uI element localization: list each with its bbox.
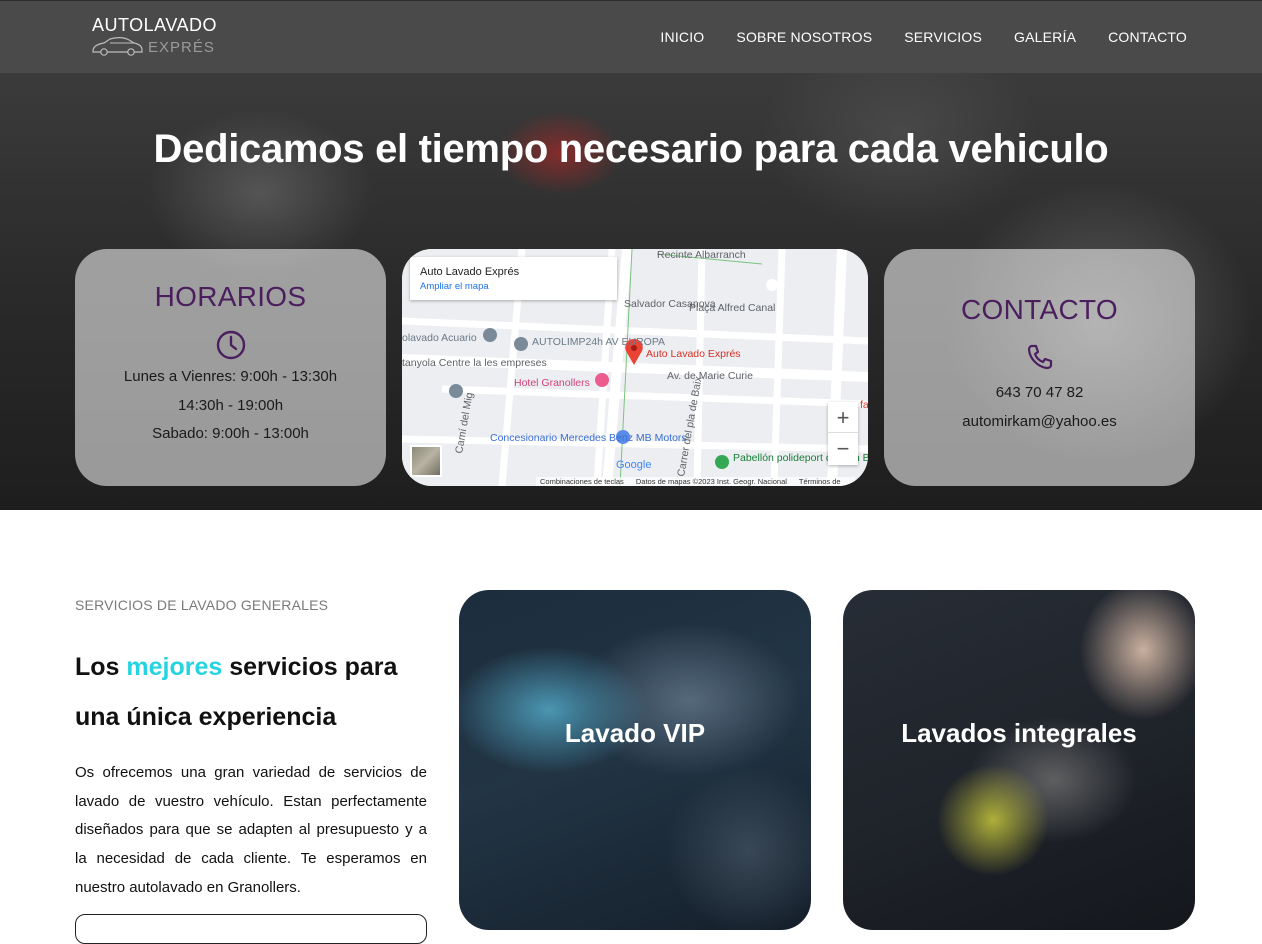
section-label: SERVICIOS DE LAVADO GENERALES xyxy=(75,597,329,613)
map-footer: Combinaciones de teclas Datos de mapas ©… xyxy=(536,477,855,486)
contacto-heading: CONTACTO xyxy=(961,294,1118,325)
horarios-heading: HORARIOS xyxy=(154,281,307,312)
horarios-line-2: 14:30h - 19:00h xyxy=(177,396,284,414)
clock-icon xyxy=(75,329,386,361)
nav-link-contacto[interactable]: CONTACTO xyxy=(1108,29,1187,45)
map-zoom-controls: + − xyxy=(828,402,858,465)
map-enlarge-link[interactable]: Ampliar el mapa xyxy=(420,281,489,292)
horarios-card: HORARIOS Lunes a Vienres: 9:00h - 13:30h… xyxy=(75,249,386,486)
site-logo[interactable]: AUTOLAVADO EXPRÉS xyxy=(90,13,218,63)
service-card-title: Lavado VIP xyxy=(564,718,706,748)
google-map[interactable]: Recinte Albarranch Salvador Casanova Pla… xyxy=(402,249,868,486)
map-place-name: Auto Lavado Exprés xyxy=(420,266,520,278)
map-label-autolimp: AUTOLIMP24h AV EUROPA xyxy=(532,336,665,348)
map-label-albarranch: Recinte Albarranch xyxy=(657,249,746,261)
horarios-line-3: Sabado: 9:00h - 13:00h xyxy=(152,425,309,442)
section-title: Los mejores servicios para una única exp… xyxy=(75,642,435,742)
nav-menu: INICIO SOBRE NOSOTROS SERVICIOS GALERÍA … xyxy=(660,29,1187,45)
service-card-lavado-vip[interactable]: Lavado VIP xyxy=(459,590,811,930)
map-label-acuario: olavado Acuario xyxy=(402,332,477,344)
map-label-centre: tanyola Centre la les empreses xyxy=(402,357,547,369)
nav-link-sobre-nosotros[interactable]: SOBRE NOSOTROS xyxy=(736,29,872,45)
car-logo-icon xyxy=(92,37,143,56)
map-google-logo: Google xyxy=(616,459,651,471)
zoom-out-button[interactable]: − xyxy=(828,433,858,464)
satellite-toggle[interactable] xyxy=(410,445,442,477)
zoom-in-button[interactable]: + xyxy=(828,402,858,433)
logo-text-bottom: EXPRÉS xyxy=(148,39,215,56)
service-card-lavados-integrales[interactable]: Lavados integrales xyxy=(843,590,1195,930)
map-shortcuts-link[interactable]: Combinaciones de teclas xyxy=(540,477,624,486)
nav-link-inicio[interactable]: INICIO xyxy=(660,29,704,45)
contacto-card: CONTACTO 643 70 47 82 automirkam@yahoo.e… xyxy=(884,249,1195,486)
section-title-pre: Los xyxy=(75,653,127,681)
map-label-marie-curie: Av. de Marie Curie xyxy=(667,370,753,382)
section-title-highlight: mejores xyxy=(126,653,223,681)
map-terms-link[interactable]: Términos de xyxy=(799,477,841,486)
map-label-mercedes: Concesionario Mercedes Benz MB Motors xyxy=(490,432,687,444)
hero-title: Dedicamos el tiempo necesario para cada … xyxy=(153,127,1109,171)
phone-icon xyxy=(884,342,1195,372)
map-label-hotel: Hotel Granollers xyxy=(514,377,590,389)
contact-email[interactable]: automirkam@yahoo.es xyxy=(884,408,1195,437)
logo-text-top: AUTOLAVADO xyxy=(92,15,218,35)
map-data-text: Datos de mapas ©2023 Inst. Geogr. Nacion… xyxy=(635,477,787,486)
map-place-card: Auto Lavado Exprés Ampliar el mapa xyxy=(410,257,617,300)
nav-link-galeria[interactable]: GALERÍA xyxy=(1014,29,1076,45)
horarios-line-1: Lunes a Vienres: 9:00h - 13:30h xyxy=(123,368,338,385)
map-label-edge: fa xyxy=(860,399,868,411)
nav-link-servicios[interactable]: SERVICIOS xyxy=(904,29,982,45)
top-navbar: AUTOLAVADO EXPRÉS INICIO SOBRE NOSOTROS … xyxy=(0,0,1262,73)
section-description: Os ofrecemos una gran variedad de servic… xyxy=(75,764,427,896)
contact-phone[interactable]: 643 70 47 82 xyxy=(884,379,1195,408)
map-label-placa-alfred: Plaça Alfred Canal xyxy=(689,302,775,314)
hero-section: Dedicamos el tiempo necesario para cada … xyxy=(0,73,1262,510)
service-card-title: Lavados integrales xyxy=(901,718,1137,748)
map-label-autolavado: Auto Lavado Exprés xyxy=(646,348,741,360)
